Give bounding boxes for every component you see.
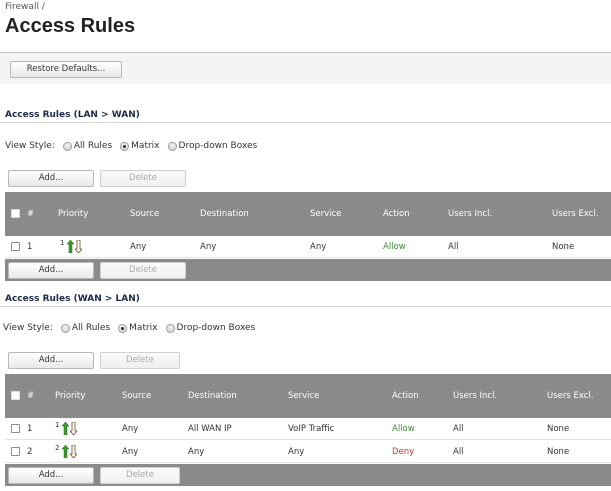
- move-down-arrow-icon[interactable]: [75, 240, 83, 253]
- radio-dropdown-boxes[interactable]: [167, 141, 177, 151]
- destination-cell: Any: [200, 242, 217, 252]
- destination-cell: All WAN IP: [188, 424, 232, 434]
- row-number: 1: [27, 424, 33, 434]
- row-checkbox[interactable]: [11, 242, 20, 251]
- col-header-action[interactable]: Action: [383, 192, 410, 236]
- move-up-arrow-icon[interactable]: [62, 422, 70, 435]
- col-header-source[interactable]: Source: [122, 374, 151, 418]
- table-row[interactable]: 1 1 Any Any Any Allow All None: [5, 236, 611, 258]
- row-number: 1: [27, 242, 33, 252]
- col-header-priority[interactable]: Priority: [58, 192, 88, 236]
- priority-arrows[interactable]: [62, 422, 78, 435]
- add-button[interactable]: Add...: [8, 467, 94, 484]
- delete-button[interactable]: Delete: [100, 352, 180, 369]
- destination-cell: Any: [188, 447, 205, 457]
- source-cell: Any: [122, 447, 139, 457]
- col-header-users-excl[interactable]: Users Excl.: [552, 192, 599, 236]
- users-excl-cell: None: [547, 424, 570, 434]
- move-down-arrow-icon[interactable]: [70, 445, 78, 458]
- restore-defaults-button[interactable]: Restore Defaults...: [10, 61, 122, 78]
- priority-value: 2: [55, 444, 60, 452]
- action-cell: Allow: [392, 424, 415, 434]
- section-title-wan-lan: Access Rules (WAN > LAN): [5, 294, 140, 304]
- col-header-service[interactable]: Service: [288, 374, 319, 418]
- service-cell: Any: [310, 242, 327, 252]
- add-button[interactable]: Add...: [8, 262, 94, 279]
- radio-label: Drop-down Boxes: [176, 323, 256, 333]
- col-header-source[interactable]: Source: [130, 192, 159, 236]
- users-excl-cell: None: [547, 447, 570, 457]
- radio-matrix[interactable]: [118, 323, 128, 333]
- radio-matrix[interactable]: [120, 141, 130, 151]
- table-row[interactable]: 2 2 Any Any Any Deny All None: [5, 441, 611, 463]
- priority-value: 1: [60, 239, 65, 247]
- col-header-destination[interactable]: Destination: [200, 192, 249, 236]
- table-footer-wan-lan: Add... Delete: [5, 464, 611, 486]
- source-cell: Any: [130, 242, 147, 252]
- table-footer-lan-wan: Add... Delete: [5, 259, 611, 281]
- view-style-label: View Style:: [3, 323, 53, 333]
- radio-all-rules[interactable]: [60, 323, 70, 333]
- select-all-checkbox[interactable]: [11, 209, 20, 218]
- table-row[interactable]: 1 1 Any All WAN IP VoIP Traffic Allow Al…: [5, 418, 611, 440]
- priority-arrows[interactable]: [67, 240, 83, 253]
- view-style-label: View Style:: [5, 141, 55, 151]
- table-header-wan-lan: # Priority Source Destination Service Ac…: [5, 374, 611, 418]
- view-style-lan-wan: View Style: All Rules Matrix Drop-down B…: [5, 141, 257, 151]
- priority-value: 1: [55, 421, 60, 429]
- users-incl-cell: All: [453, 424, 464, 434]
- priority-cell: 1: [60, 236, 83, 258]
- service-cell: Any: [288, 447, 305, 457]
- radio-label: Matrix: [131, 141, 160, 151]
- users-incl-cell: All: [448, 242, 459, 252]
- action-cell: Allow: [383, 242, 406, 252]
- col-header-priority[interactable]: Priority: [55, 374, 85, 418]
- priority-cell: 2: [55, 441, 78, 463]
- radio-label: All Rules: [71, 323, 111, 333]
- page-title: Access Rules: [5, 15, 136, 37]
- col-header-destination[interactable]: Destination: [188, 374, 237, 418]
- col-header-users-incl[interactable]: Users Incl.: [453, 374, 497, 418]
- row-checkbox[interactable]: [11, 424, 20, 433]
- col-header-action[interactable]: Action: [392, 374, 419, 418]
- add-button[interactable]: Add...: [8, 170, 94, 187]
- source-cell: Any: [122, 424, 139, 434]
- priority-arrows[interactable]: [62, 445, 78, 458]
- breadcrumb[interactable]: Firewall /: [5, 2, 45, 12]
- delete-button[interactable]: Delete: [100, 170, 186, 187]
- col-header-users-incl[interactable]: Users Incl.: [448, 192, 492, 236]
- users-excl-cell: None: [552, 242, 575, 252]
- col-header-service[interactable]: Service: [310, 192, 341, 236]
- table-header-lan-wan: # Priority Source Destination Service Ac…: [5, 192, 611, 236]
- section-divider: [0, 122, 611, 123]
- add-button[interactable]: Add...: [8, 352, 94, 369]
- row-checkbox[interactable]: [11, 447, 20, 456]
- radio-dropdown-boxes[interactable]: [165, 323, 175, 333]
- service-cell: VoIP Traffic: [288, 424, 335, 434]
- radio-all-rules[interactable]: [62, 141, 72, 151]
- delete-button[interactable]: Delete: [100, 467, 180, 484]
- section-divider: [0, 306, 611, 307]
- move-down-arrow-icon[interactable]: [70, 422, 78, 435]
- delete-button[interactable]: Delete: [100, 262, 186, 279]
- radio-label: Drop-down Boxes: [178, 141, 258, 151]
- action-cell: Deny: [392, 447, 415, 457]
- priority-cell: 1: [55, 418, 78, 440]
- select-all-checkbox[interactable]: [11, 391, 20, 400]
- users-incl-cell: All: [453, 447, 464, 457]
- section-title-lan-wan: Access Rules (LAN > WAN): [5, 110, 140, 120]
- move-up-arrow-icon[interactable]: [62, 445, 70, 458]
- row-number: 2: [27, 447, 33, 457]
- move-up-arrow-icon[interactable]: [67, 240, 75, 253]
- radio-label: All Rules: [73, 141, 113, 151]
- col-header-num: #: [27, 209, 35, 219]
- col-header-num: #: [27, 391, 35, 401]
- view-style-wan-lan: View Style: All Rules Matrix Drop-down B…: [3, 323, 255, 333]
- top-toolbar: Restore Defaults...: [0, 52, 611, 84]
- radio-label: Matrix: [129, 323, 158, 333]
- col-header-users-excl[interactable]: Users Excl.: [547, 374, 594, 418]
